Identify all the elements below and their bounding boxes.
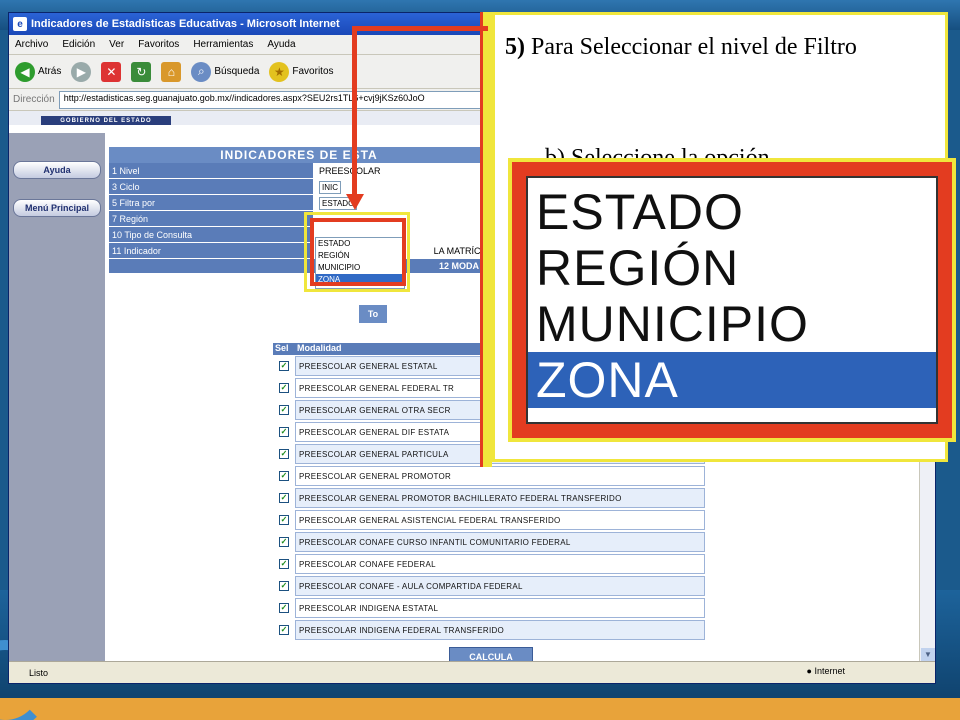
modalidad-name: PREESCOLAR CONAFE - AULA COMPARTIDA FEDE… <box>295 575 705 596</box>
form-row-indicador: 11 Indicador LA MATRÍCU <box>109 243 489 259</box>
ciclo-select[interactable]: INIC <box>319 181 341 194</box>
filtra-label: 5 Filtra por <box>109 195 313 211</box>
status-text: Listo <box>29 667 49 678</box>
modalidad-name: PREESCOLAR GENERAL ASISTENCIAL FEDERAL T… <box>295 509 705 530</box>
modalidad-name: PREESCOLAR CONAFE CURSO INFANTIL COMUNIT… <box>295 531 705 552</box>
stop-icon[interactable]: ✕ <box>101 61 122 82</box>
star-icon: ★ <box>269 61 290 82</box>
arrow-head-icon <box>346 194 364 210</box>
tipo-consulta-label: 10 Tipo de Consulta <box>109 227 313 243</box>
modalidad-name: PREESCOLAR CONAFE FEDERAL <box>295 553 705 574</box>
callout-step: 5) Para Seleccionar el nivel de Filtro <box>505 31 925 63</box>
search-label: Búsqueda <box>214 66 260 77</box>
menu-edicion[interactable]: Edición <box>62 39 95 50</box>
checkbox[interactable]: ✓ <box>279 448 289 459</box>
menu-principal-button[interactable]: Menú Principal <box>13 199 101 217</box>
dropdown-highlight-red <box>310 218 406 286</box>
back-label: Atrás <box>38 66 62 77</box>
favorites-button[interactable]: ★ Favoritos <box>269 61 334 82</box>
menu-archivo[interactable]: Archivo <box>15 39 48 50</box>
table-row: ✓ PREESCOLAR GENERAL ASISTENCIAL FEDERAL … <box>273 509 705 531</box>
slide-footer-stripe <box>0 698 960 720</box>
menu-ayuda[interactable]: Ayuda <box>267 39 295 50</box>
ciclo-label: 3 Ciclo <box>109 179 313 195</box>
window-title: Indicadores de Estadísticas Educativas -… <box>31 18 340 30</box>
checkbox[interactable]: ✓ <box>279 470 289 481</box>
table-row: ✓ PREESCOLAR INDIGENA FEDERAL TRANSFERIDO <box>273 619 705 641</box>
zoom-list: ESTADO REGIÓN MUNICIPIO ZONA <box>526 176 938 424</box>
form-row-region: 7 Región <box>109 211 489 227</box>
form-row-nivel: 1 Nivel PREESCOLAR <box>109 163 489 179</box>
checkbox[interactable]: ✓ <box>279 558 289 569</box>
table-row: ✓ PREESCOLAR INDIGENA ESTATAL <box>273 597 705 619</box>
step-text: Para Seleccionar el nivel de Filtro <box>531 34 857 60</box>
zoom-option-region: REGIÓN <box>536 240 740 296</box>
region-label: 7 Región <box>109 211 313 227</box>
status-bar: Listo ● Internet <box>9 661 935 683</box>
table-row: ✓ PREESCOLAR GENERAL PROMOTOR BACHILLERAT… <box>273 487 705 509</box>
checkbox[interactable]: ✓ <box>279 624 289 635</box>
forward-arrow-icon[interactable]: ▶ <box>71 61 92 82</box>
zoom-red-frame: ESTADO REGIÓN MUNICIPIO ZONA <box>512 162 952 438</box>
menu-favoritos[interactable]: Favoritos <box>138 39 179 50</box>
globe-icon: ● <box>806 666 812 676</box>
menu-herramientas[interactable]: Herramientas <box>193 39 253 50</box>
form-row-ciclo: 3 Ciclo INIC <box>109 179 489 195</box>
pointer-arrow-horizontal <box>352 26 488 31</box>
form-row-filtra: 5 Filtra por ESTADO <box>109 195 489 211</box>
ayuda-button[interactable]: Ayuda <box>13 161 101 179</box>
table-row: ✓ PREESCOLAR CONAFE - AULA COMPARTIDA FED… <box>273 575 705 597</box>
favorites-label: Favoritos <box>292 66 334 77</box>
internet-zone: ● Internet <box>807 666 845 676</box>
form-header: INDICADORES DE ESTA <box>109 147 489 163</box>
checkbox[interactable]: ✓ <box>279 382 289 393</box>
left-panel: Ayuda Menú Principal <box>9 133 105 663</box>
checkbox[interactable]: ✓ <box>279 514 289 525</box>
ie-icon: e <box>13 17 27 31</box>
modalidad-name: PREESCOLAR GENERAL PROMOTOR BACHILLERATO… <box>295 487 705 508</box>
modalidad-name: PREESCOLAR GENERAL PROMOTOR <box>295 465 705 486</box>
nivel-value[interactable]: PREESCOLAR <box>313 163 489 179</box>
menu-ver[interactable]: Ver <box>109 39 124 50</box>
callout-divider <box>480 12 492 467</box>
refresh-icon[interactable]: ↻ <box>131 61 152 82</box>
form-row-tipo-consulta: 10 Tipo de Consulta <box>109 227 489 243</box>
modalidad-subheader: 12 MODA <box>109 259 489 273</box>
search-button[interactable]: ⌕ Búsqueda <box>191 61 260 82</box>
sel-column-header: Sel <box>273 343 295 355</box>
modalidad-name: PREESCOLAR INDIGENA FEDERAL TRANSFERIDO <box>295 619 705 640</box>
indicator-form: INDICADORES DE ESTA 1 Nivel PREESCOLAR 3… <box>109 147 489 273</box>
pointer-arrow-vertical <box>352 26 357 196</box>
back-button[interactable]: ◀ Atrás <box>15 61 62 82</box>
table-row: ✓ PREESCOLAR GENERAL PROMOTOR <box>273 465 705 487</box>
scroll-down-icon[interactable]: ▼ <box>921 648 935 662</box>
zoom-option-municipio: MUNICIPIO <box>536 296 809 352</box>
checkbox[interactable]: ✓ <box>279 492 289 503</box>
checkbox[interactable]: ✓ <box>279 536 289 547</box>
checkbox[interactable]: ✓ <box>279 360 289 371</box>
home-icon[interactable]: ⌂ <box>161 61 182 82</box>
step-number: 5) <box>505 34 525 60</box>
modalidad-name: PREESCOLAR INDIGENA ESTATAL <box>295 597 705 618</box>
zoomed-dropdown: ESTADO REGIÓN MUNICIPIO ZONA <box>508 158 956 442</box>
back-arrow-icon: ◀ <box>15 61 35 82</box>
zoom-option-estado: ESTADO <box>536 184 744 240</box>
gov-band: GOBIERNO DEL ESTADO <box>41 116 171 125</box>
magnifier-icon: ⌕ <box>191 61 212 82</box>
table-row: ✓ PREESCOLAR CONAFE FEDERAL <box>273 553 705 575</box>
table-row: ✓ PREESCOLAR CONAFE CURSO INFANTIL COMUNI… <box>273 531 705 553</box>
zoom-option-zona: ZONA <box>528 352 936 408</box>
nivel-label: 1 Nivel <box>109 163 313 179</box>
todos-button[interactable]: To <box>359 305 387 323</box>
address-label: Dirección <box>13 94 55 105</box>
checkbox[interactable]: ✓ <box>279 404 289 415</box>
indicador-label: 11 Indicador <box>109 243 313 259</box>
checkbox[interactable]: ✓ <box>279 426 289 437</box>
checkbox[interactable]: ✓ <box>279 602 289 613</box>
zone-label: Internet <box>814 666 845 676</box>
checkbox[interactable]: ✓ <box>279 580 289 591</box>
